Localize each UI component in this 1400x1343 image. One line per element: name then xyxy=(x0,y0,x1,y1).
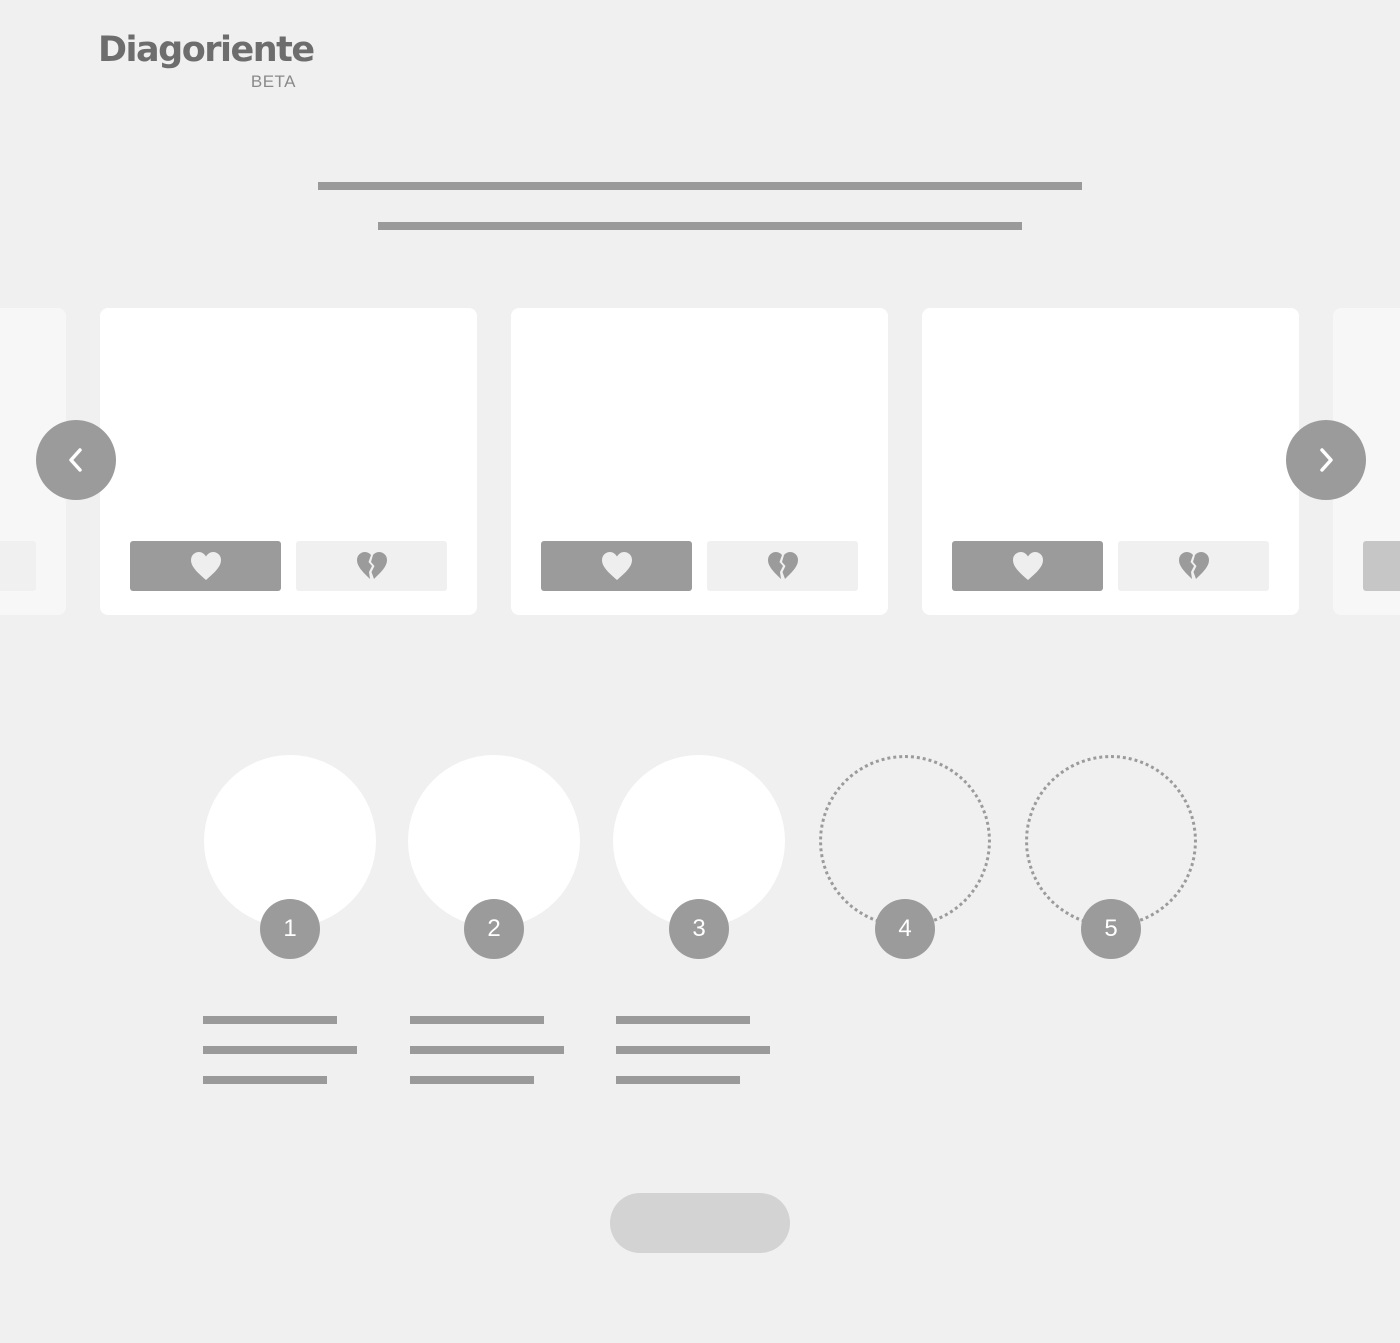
step-number-badge: 5 xyxy=(1081,899,1141,959)
card-carousel xyxy=(0,308,1400,616)
logo[interactable]: Diagoriente BETA xyxy=(98,30,315,94)
step-1-text-line xyxy=(203,1016,337,1024)
step-1[interactable]: 1 xyxy=(204,755,376,960)
step-number-badge: 1 xyxy=(260,899,320,959)
logo-text: Diagoriente xyxy=(98,30,315,70)
step-2-text-line xyxy=(410,1076,534,1084)
carousel-card xyxy=(922,308,1299,615)
like-button[interactable] xyxy=(130,541,281,591)
chevron-right-icon xyxy=(1320,448,1333,472)
broken-heart-icon xyxy=(767,552,798,579)
carousel-card xyxy=(511,308,888,615)
step-2-text-line xyxy=(410,1016,544,1024)
continue-button[interactable] xyxy=(610,1193,790,1253)
step-number-badge: 4 xyxy=(875,899,935,959)
beta-badge: BETA xyxy=(250,72,296,91)
like-button[interactable] xyxy=(952,541,1103,591)
heart-icon xyxy=(1012,552,1043,580)
broken-heart-icon xyxy=(356,552,387,579)
heart-icon xyxy=(601,552,632,580)
like-button[interactable] xyxy=(1363,541,1400,591)
broken-heart-icon xyxy=(1178,552,1209,579)
step-3-text-line xyxy=(616,1016,750,1024)
carousel-card xyxy=(100,308,477,615)
step-4[interactable]: 4 xyxy=(819,755,991,960)
dislike-button[interactable] xyxy=(707,541,858,591)
step-3[interactable]: 3 xyxy=(613,755,785,960)
step-5[interactable]: 5 xyxy=(1025,755,1197,960)
step-number-badge: 2 xyxy=(464,899,524,959)
like-button[interactable] xyxy=(541,541,692,591)
chevron-left-icon xyxy=(69,448,82,472)
carousel-next-button[interactable] xyxy=(1286,420,1366,500)
step-1-text-line xyxy=(203,1046,357,1054)
step-2[interactable]: 2 xyxy=(408,755,580,960)
dislike-button[interactable] xyxy=(0,541,36,591)
step-1-text-line xyxy=(203,1076,327,1084)
headline-placeholder-line-1 xyxy=(318,182,1082,190)
step-3-text-line xyxy=(616,1046,770,1054)
dislike-button[interactable] xyxy=(296,541,447,591)
heart-icon xyxy=(190,552,221,580)
carousel-prev-button[interactable] xyxy=(36,420,116,500)
step-3-text-line xyxy=(616,1076,740,1084)
step-number-badge: 3 xyxy=(669,899,729,959)
step-2-text-line xyxy=(410,1046,564,1054)
dislike-button[interactable] xyxy=(1118,541,1269,591)
headline-placeholder-line-2 xyxy=(378,222,1022,230)
